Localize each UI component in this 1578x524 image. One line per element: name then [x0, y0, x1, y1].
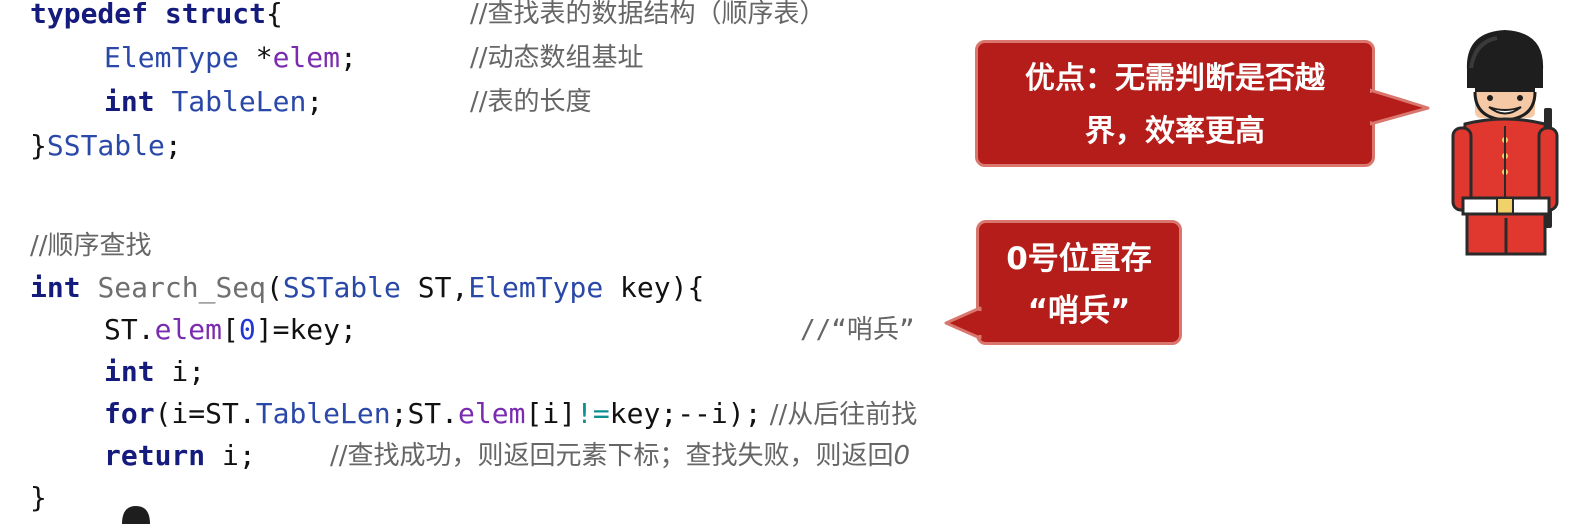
code-line-return: return i; [104, 434, 256, 478]
member-name: elem [458, 397, 526, 430]
code-comment: //动态数组基址 [470, 43, 644, 73]
code-line-declare-i: int i; [104, 350, 205, 394]
code-comment: //查找成功，则返回元素下标；查找失败，则返回0 [330, 434, 910, 478]
operator-neq: != [576, 397, 610, 430]
code-line-func-signature: int Search_Seq(SSTable ST,ElemType key){ [30, 266, 704, 310]
code-line-sentinel: ST.elem[0]=key; [104, 308, 357, 352]
function-name: Search_Seq [97, 271, 267, 304]
code-line-func-close: } [30, 481, 47, 514]
field-name: elem [272, 41, 341, 74]
keyword-int: int [104, 355, 155, 388]
code-text: key;--i); [609, 397, 762, 430]
type-name: ElemType [468, 271, 604, 304]
brace: } [30, 129, 47, 162]
keyword-int: int [104, 85, 155, 118]
type-name: ElemType [104, 41, 239, 74]
code-text: ;ST. [390, 397, 459, 430]
code-text: i; [205, 439, 256, 472]
code-comment: //顺序查找 [30, 231, 152, 261]
semicolon: ; [164, 129, 182, 162]
royal-guard-icon [1451, 30, 1559, 256]
pointer-star: * [238, 41, 273, 74]
callout-text: 0号位置存 [1006, 241, 1152, 277]
semicolon: ; [306, 85, 324, 118]
keyword-struct: struct [164, 0, 267, 30]
code-comment: //查找表的数据结构（顺序表） [470, 0, 826, 29]
code-line-field-tablelen: int TableLen; [104, 80, 323, 124]
code-line-struct-open: typedef struct{ [30, 0, 283, 36]
code-comment: //从后往前找 [761, 400, 918, 430]
type-name: SSTable [282, 271, 401, 304]
member-name: elem [154, 313, 223, 346]
code-text: i; [154, 355, 206, 388]
code-line-for-loop: for(i=ST.TableLen;ST.elem[i]!=key;--i); … [104, 392, 917, 436]
advantage-callout: 优点：无需判断是否越 界，效率更高 [975, 40, 1375, 167]
keyword-return: return [104, 439, 206, 472]
royal-guard-icon [122, 506, 150, 524]
callout-text: “哨兵” [1027, 293, 1131, 329]
keyword-int: int [30, 271, 81, 304]
type-name: SSTable [46, 129, 165, 162]
keyword-typedef: typedef [30, 0, 149, 30]
member-name: TableLen [255, 397, 391, 430]
semicolon: ; [340, 41, 357, 74]
code-text: ]=key; [255, 313, 357, 346]
sentinel-callout: 0号位置存 “哨兵” [976, 220, 1182, 345]
callout-text: 界，效率更高 [1085, 114, 1265, 149]
code-line-struct-close: }SSTable; [30, 124, 182, 168]
code-comment: //“哨兵” [800, 315, 915, 345]
param-name: ST, [400, 271, 469, 304]
callout-pointer [1370, 88, 1430, 126]
code-text: (i=ST. [154, 397, 256, 430]
callout-pointer [944, 306, 982, 340]
brace: { [266, 0, 283, 30]
param-name: key){ [603, 271, 705, 304]
comment-text: //查找成功，则返回元素下标；查找失败，则返回 [330, 441, 894, 471]
comment-number: 0 [893, 441, 911, 471]
paren: ( [266, 271, 283, 304]
keyword-for: for [104, 397, 155, 430]
code-text: ST. [104, 313, 155, 346]
code-line-field-elem: ElemType *elem; [104, 36, 357, 80]
number-literal: 0 [238, 313, 256, 346]
code-text: [ [222, 313, 239, 346]
code-text: [i] [525, 397, 577, 430]
field-name: TableLen [171, 85, 307, 118]
code-comment: //表的长度 [470, 87, 592, 117]
callout-text: 优点：无需判断是否越 [1025, 61, 1325, 96]
